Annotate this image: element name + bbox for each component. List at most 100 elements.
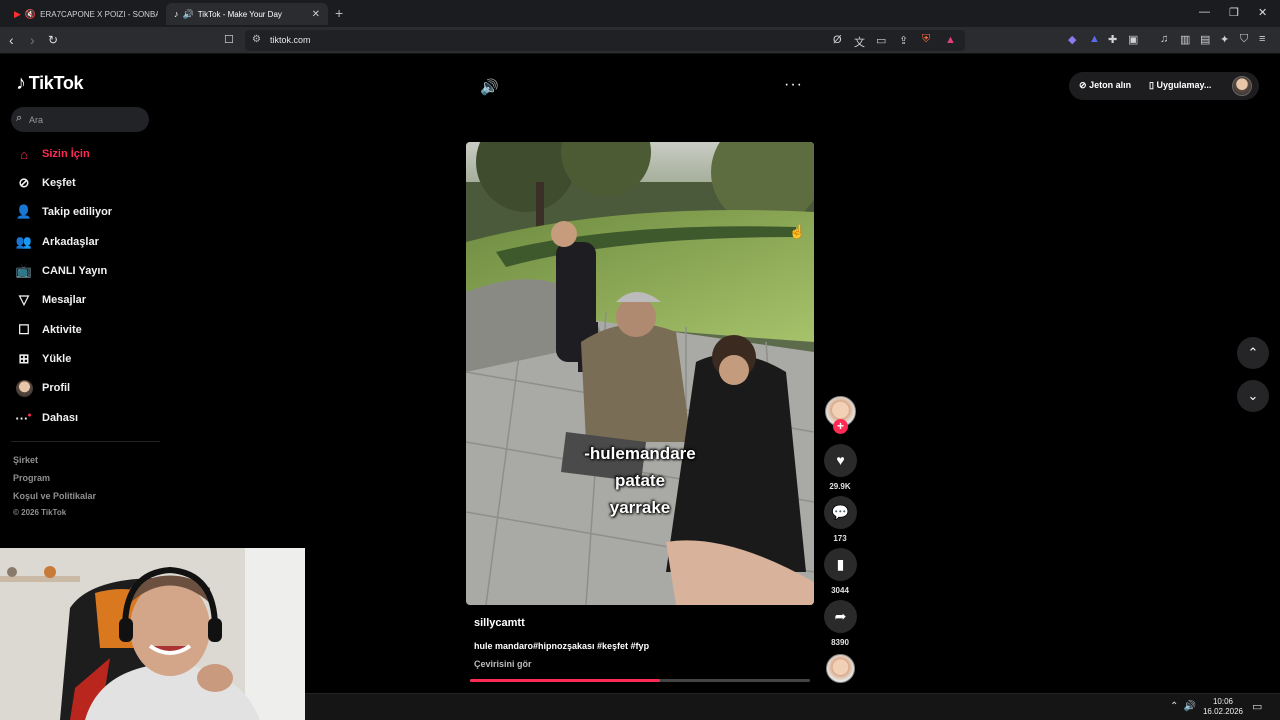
share-icon[interactable]: ⇪ xyxy=(899,34,908,47)
search-icon: ⌕ xyxy=(16,112,23,124)
save-count: 3044 xyxy=(831,586,849,595)
back-button[interactable]: ‹ xyxy=(9,32,14,48)
like-count: 29.9K xyxy=(829,482,851,491)
webcam-overlay xyxy=(0,548,305,720)
ai-assistant-icon[interactable]: ✦ xyxy=(1220,33,1229,46)
nav-upload[interactable]: ⊞ Yükle xyxy=(15,347,72,371)
overlay-line: patate xyxy=(614,471,666,490)
get-app-button[interactable]: ▯ Uygulamay... xyxy=(1149,80,1211,91)
previous-video-button[interactable]: ⌃ xyxy=(1237,337,1269,369)
next-video-button[interactable]: ⌄ xyxy=(1237,380,1269,412)
screenshot-icon[interactable]: ▣ xyxy=(1128,33,1138,46)
nav-label: Yükle xyxy=(42,353,72,365)
reload-button[interactable]: ↻ xyxy=(48,33,58,47)
translate-icon[interactable]: 文 xyxy=(854,34,865,50)
more-icon: ···● xyxy=(15,410,32,426)
rewards-icon[interactable]: ▲ xyxy=(945,34,956,46)
brave-shield-icon[interactable]: ⛨ xyxy=(922,33,930,46)
chevron-down-icon: ⌄ xyxy=(1247,388,1259,403)
footer-company-link[interactable]: Şirket xyxy=(13,455,38,465)
like-button[interactable]: ♥ xyxy=(824,444,857,477)
see-translation-link[interactable]: Çevirisini gör xyxy=(474,659,532,669)
send-icon: ▽ xyxy=(19,292,29,307)
volume-icon[interactable]: 🔊 xyxy=(480,78,499,96)
video-player[interactable]: -hulemandare patate yarrake xyxy=(466,142,814,605)
minimize-button[interactable]: — xyxy=(1199,6,1210,18)
nav-label: Keşfet xyxy=(42,177,76,189)
address-toolbar: ‹ › ↻ ☐ ⚙ tiktok.com Ø 文 ▭ ⇪ ⛨ ▲ ◆ ▲ ✚ ▣… xyxy=(0,27,1280,54)
video-progress-bar[interactable] xyxy=(470,679,810,682)
new-tab-button[interactable]: + xyxy=(335,5,343,21)
webcam-image xyxy=(0,548,305,720)
notification-icon[interactable]: ▭ xyxy=(1252,700,1262,713)
music-disc-avatar[interactable] xyxy=(826,654,855,683)
tab-tiktok[interactable]: ♪ 🔊 TikTok - Make Your Day ✕ xyxy=(166,3,328,25)
clock-date: 16.02.2026 xyxy=(1202,707,1244,716)
restore-button[interactable]: ❐ xyxy=(1229,6,1239,19)
avatar[interactable] xyxy=(1232,76,1252,96)
overlay-line: yarrake xyxy=(609,498,671,517)
home-icon: ⌂ xyxy=(20,146,28,162)
extensions-icon[interactable]: ✚ xyxy=(1108,33,1117,46)
shield-icon[interactable]: ⛉ xyxy=(1240,33,1248,46)
mouse-cursor-icon: ☝ xyxy=(789,224,806,239)
comment-button[interactable]: 💬 xyxy=(824,496,857,529)
video-text-overlay: -hulemandare patate yarrake xyxy=(466,440,814,521)
footer-copyright: © 2026 TikTok xyxy=(13,508,67,517)
tab-youtube[interactable]: ▶ 🔇 ERA7CAPONE X POIZI - SONBAH xyxy=(6,3,158,25)
tab-label: ERA7CAPONE X POIZI - SONBAH xyxy=(40,9,158,19)
wallet-icon[interactable]: ▤ xyxy=(1200,33,1210,46)
nav-label: Mesajlar xyxy=(42,294,87,306)
nav-label: Takip ediliyor xyxy=(42,206,113,218)
upload-icon: ⊞ xyxy=(18,351,30,366)
footer-terms-link[interactable]: Koşul ve Politikalar xyxy=(13,491,96,501)
nav-label: Arkadaşlar xyxy=(42,236,99,248)
sidebar-toggle-icon[interactable]: ▥ xyxy=(1180,33,1190,46)
nav-label: Sizin İçin xyxy=(42,148,90,160)
system-tray-icons[interactable]: ⌃ 🔊 xyxy=(1170,701,1196,712)
share-button[interactable]: ➦ xyxy=(824,600,857,633)
header-actions: ⊘ Jeton alın ▯ Uygulamay... xyxy=(1069,72,1259,100)
search-input[interactable] xyxy=(29,111,139,128)
bookmark-icon[interactable]: ☐ xyxy=(224,33,234,46)
nav-activity[interactable]: ☐ Aktivite xyxy=(15,318,82,342)
footer-program-link[interactable]: Program xyxy=(13,473,50,483)
more-options-icon[interactable]: ··· xyxy=(784,76,803,94)
cast-icon[interactable]: ▭ xyxy=(876,34,886,47)
site-info-icon[interactable]: ⚙ xyxy=(252,34,261,45)
taskbar-clock[interactable]: 10:06 16.02.2026 xyxy=(1200,697,1246,717)
compass-icon: ⊘ xyxy=(18,175,30,190)
search-box[interactable]: ⌕ xyxy=(11,107,149,132)
save-button[interactable]: ▮ xyxy=(824,548,857,581)
comment-icon: 💬 xyxy=(831,504,850,520)
url-field[interactable]: ⚙ tiktok.com Ø 文 ▭ ⇪ ⛨ ▲ xyxy=(245,30,965,51)
browser-tab-bar: ▶ 🔇 ERA7CAPONE X POIZI - SONBAH ♪ 🔊 TikT… xyxy=(0,0,1280,27)
music-icon[interactable]: ♫ xyxy=(1160,33,1168,45)
close-window-button[interactable]: ✕ xyxy=(1258,6,1267,19)
forward-button[interactable]: › xyxy=(30,32,35,48)
nav-for-you[interactable]: ⌂ Sizin İçin xyxy=(15,142,90,166)
menu-icon[interactable]: ≡ xyxy=(1259,33,1265,45)
vpn-icon[interactable]: ◆ xyxy=(1068,33,1076,46)
close-tab-icon[interactable]: ✕ xyxy=(312,9,320,20)
friends-icon: 👥 xyxy=(15,234,33,249)
nav-label: CANLI Yayın xyxy=(42,265,108,277)
coins-label: Jeton alın xyxy=(1089,80,1132,90)
nav-following[interactable]: 👤 Takip ediliyor xyxy=(15,200,112,224)
tiktok-note-icon: ♪ xyxy=(16,72,26,94)
get-coins-button[interactable]: ⊘ Jeton alın xyxy=(1079,80,1131,91)
nav-messages[interactable]: ▽ Mesajlar xyxy=(15,288,86,312)
video-author[interactable]: sillycamtt xyxy=(474,617,525,629)
mute-icon: 🔇 xyxy=(24,8,37,19)
nav-more[interactable]: ···● Dahası xyxy=(15,406,78,430)
video-progress-fill xyxy=(470,679,661,682)
nav-profile[interactable]: Profil xyxy=(15,376,70,400)
chevron-up-icon: ⌃ xyxy=(1247,345,1259,360)
follow-plus-icon[interactable]: + xyxy=(833,419,848,434)
nav-friends[interactable]: 👥 Arkadaşlar xyxy=(15,230,99,254)
tiktok-logo[interactable]: ♪ TikTok xyxy=(16,72,84,95)
wallet-ext-icon[interactable]: ▲ xyxy=(1089,33,1100,45)
nav-explore[interactable]: ⊘ Keşfet xyxy=(15,171,76,195)
no-tracking-icon[interactable]: Ø xyxy=(833,34,842,46)
nav-live[interactable]: 📺 CANLI Yayın xyxy=(15,259,107,283)
